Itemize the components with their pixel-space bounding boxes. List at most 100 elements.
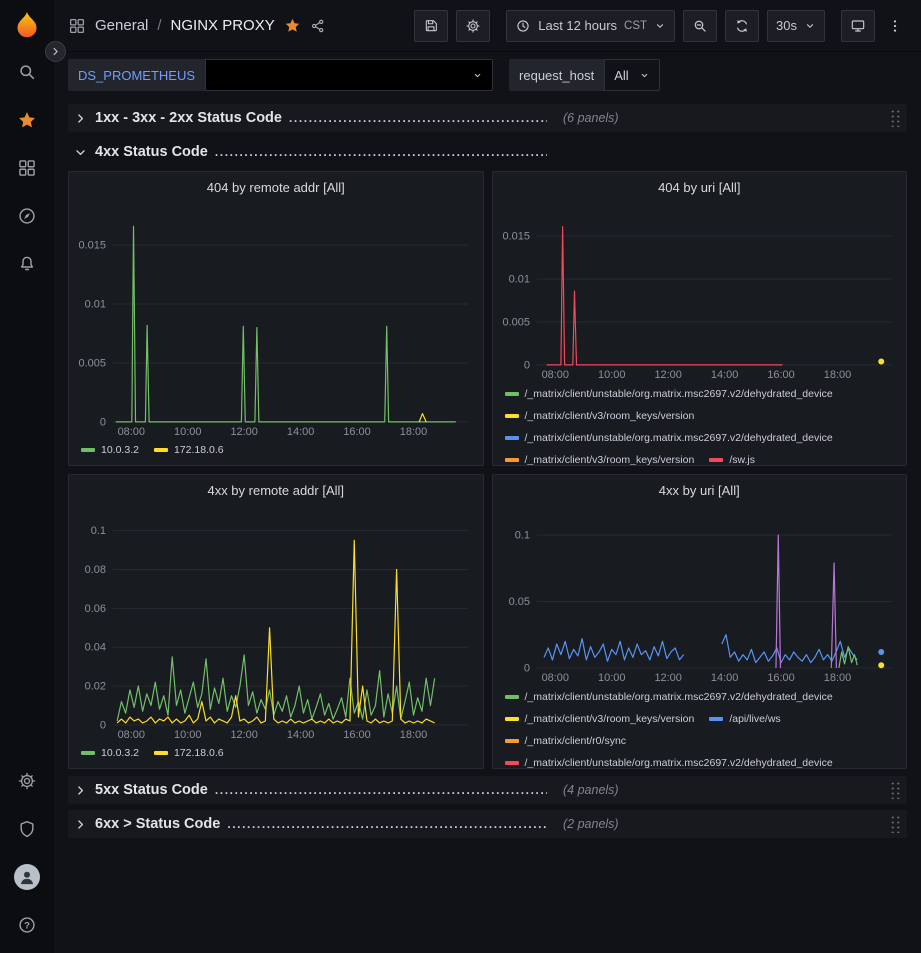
legend-item[interactable]: 10.0.3.2 [81, 440, 139, 460]
legend-item[interactable]: /sw.js [709, 449, 755, 465]
star-icon [284, 17, 301, 34]
main-area: General / NGINX PROXY Last 12 hours CST … [54, 0, 921, 953]
favorite-star-button[interactable] [284, 17, 301, 34]
series-color-marker [505, 739, 519, 743]
request-host-value-dropdown[interactable]: All [604, 59, 659, 91]
apps-icon [68, 17, 86, 35]
time-series-chart[interactable]: 00.0050.010.01508:0010:0012:0014:0016:00… [69, 202, 483, 438]
legend-item[interactable]: /_matrix/client/v3/room_keys/version [505, 708, 695, 730]
svg-text:08:00: 08:00 [541, 369, 568, 381]
svg-text:0.08: 0.08 [85, 564, 106, 576]
expand-sidebar-button[interactable] [45, 41, 66, 62]
legend-item[interactable]: /api/live/ws [709, 708, 780, 730]
refresh-dashboard-button[interactable] [725, 10, 759, 42]
svg-text:12:00: 12:00 [230, 426, 257, 438]
svg-text:18:00: 18:00 [400, 426, 427, 438]
legend-item[interactable]: 172.18.0.6 [154, 440, 224, 460]
dashboard-menu-button[interactable] [883, 10, 907, 42]
svg-text:10:00: 10:00 [174, 426, 201, 438]
legend-label: /_matrix/client/v3/room_keys/version [525, 405, 695, 427]
row-header-5xx[interactable]: 5xx Status Code ........................… [68, 776, 907, 804]
legend-item[interactable]: /_matrix/client/r0/sync [505, 730, 627, 752]
legend-label: 10.0.3.2 [101, 743, 139, 763]
svg-text:0: 0 [100, 719, 106, 731]
panel-title[interactable]: 4xx by remote addr [All] [69, 475, 483, 505]
legend-label: /_matrix/client/unstable/org.matrix.msc2… [525, 383, 833, 405]
share-dashboard-button[interactable] [310, 18, 326, 34]
series-color-marker [81, 448, 95, 452]
panel: 4xx by uri [All] 00.050.108:0010:0012:00… [492, 474, 908, 769]
row-header-4xx[interactable]: 4xx Status Code ........................… [68, 138, 907, 166]
panel-title[interactable]: 404 by remote addr [All] [69, 172, 483, 202]
legend-item[interactable]: /_matrix/client/unstable/org.matrix.msc2… [505, 427, 833, 449]
svg-text:16:00: 16:00 [767, 369, 794, 381]
sidebar-item-server-admin[interactable] [0, 805, 54, 853]
datasource-value-dropdown[interactable] [205, 59, 493, 91]
row-title: 1xx - 3xx - 2xx Status Code [95, 110, 282, 126]
legend-item[interactable]: 172.18.0.6 [154, 743, 224, 763]
time-series-chart[interactable]: 00.020.040.060.080.108:0010:0012:0014:00… [69, 505, 483, 741]
sidebar-item-starred[interactable] [0, 96, 54, 144]
panel: 404 by uri [All] 00.0050.010.01508:0010:… [492, 171, 908, 466]
panel-title[interactable]: 404 by uri [All] [493, 172, 907, 202]
legend-item[interactable]: /_matrix/client/unstable/org.matrix.msc2… [505, 686, 833, 708]
time-series-chart[interactable]: 00.050.108:0010:0012:0014:0016:0018:00 [493, 505, 907, 684]
save-icon [423, 18, 439, 34]
row-header-6xx[interactable]: 6xx > Status Code ......................… [68, 810, 907, 838]
grafana-logo[interactable] [12, 10, 42, 40]
svg-text:16:00: 16:00 [343, 729, 370, 741]
row-title: 6xx > Status Code [95, 816, 220, 832]
chevron-down-icon [639, 70, 650, 81]
breadcrumb-folder[interactable]: General [95, 17, 148, 34]
panel-legend: /_matrix/client/unstable/org.matrix.msc2… [493, 381, 907, 465]
help-icon [17, 915, 37, 935]
svg-text:0.015: 0.015 [502, 231, 529, 243]
row-drag-handle[interactable] [890, 815, 901, 833]
legend-item[interactable]: /_matrix/client/v3/room_keys/version [505, 405, 695, 427]
monitor-icon [850, 18, 866, 34]
legend-item[interactable]: /_matrix/client/v3/room_keys/version [505, 449, 695, 465]
series-color-marker [505, 392, 519, 396]
legend-item[interactable]: /_matrix/client/unstable/org.matrix.msc2… [505, 752, 833, 768]
legend-label: /_matrix/client/unstable/org.matrix.msc2… [525, 686, 833, 708]
sidebar-item-configuration[interactable] [0, 757, 54, 805]
svg-text:16:00: 16:00 [343, 426, 370, 438]
breadcrumb-dashboard-title[interactable]: NGINX PROXY [171, 17, 275, 34]
tv-mode-button[interactable] [841, 10, 875, 42]
row-drag-handle[interactable] [890, 109, 901, 127]
sidebar-item-dashboards[interactable] [0, 144, 54, 192]
svg-text:0.01: 0.01 [508, 274, 529, 286]
dashboard-settings-button[interactable] [456, 10, 490, 42]
legend-item[interactable]: /_matrix/client/unstable/org.matrix.msc2… [505, 383, 833, 405]
svg-text:0: 0 [523, 359, 529, 371]
time-series-chart[interactable]: 00.0050.010.01508:0010:0012:0014:0016:00… [493, 202, 907, 381]
bell-icon [17, 254, 37, 274]
row-drag-handle[interactable] [890, 781, 901, 799]
svg-text:10:00: 10:00 [598, 369, 625, 381]
zoom-out-time-button[interactable] [683, 10, 717, 42]
time-range-picker[interactable]: Last 12 hours CST [506, 10, 675, 42]
row-header-1xx-3xx-2xx[interactable]: 1xx - 3xx - 2xx Status Code ............… [68, 104, 907, 132]
row-title-leader-dots: ........................................… [227, 817, 547, 831]
star-icon [17, 110, 37, 130]
series-color-marker [154, 448, 168, 452]
sidebar-item-profile[interactable] [0, 853, 54, 901]
top-bar: General / NGINX PROXY Last 12 hours CST … [54, 0, 921, 52]
chevron-down-icon [472, 70, 483, 81]
save-dashboard-button[interactable] [414, 10, 448, 42]
legend-label: /_matrix/client/unstable/org.matrix.msc2… [525, 752, 833, 768]
sidebar-footer [0, 757, 54, 949]
dashboard-content: 1xx - 3xx - 2xx Status Code ............… [54, 96, 921, 953]
sidebar-item-alerting[interactable] [0, 240, 54, 288]
svg-text:0.06: 0.06 [85, 603, 106, 615]
sidebar-item-explore[interactable] [0, 192, 54, 240]
sidebar-item-help[interactable] [0, 901, 54, 949]
legend-item[interactable]: 10.0.3.2 [81, 743, 139, 763]
panel-title[interactable]: 4xx by uri [All] [493, 475, 907, 505]
svg-text:0.015: 0.015 [79, 240, 106, 252]
kebab-menu-icon [887, 18, 903, 34]
svg-text:08:00: 08:00 [118, 426, 145, 438]
refresh-interval-dropdown[interactable]: 30s [767, 10, 825, 42]
svg-text:14:00: 14:00 [287, 426, 314, 438]
legend-label: /sw.js [729, 449, 755, 465]
